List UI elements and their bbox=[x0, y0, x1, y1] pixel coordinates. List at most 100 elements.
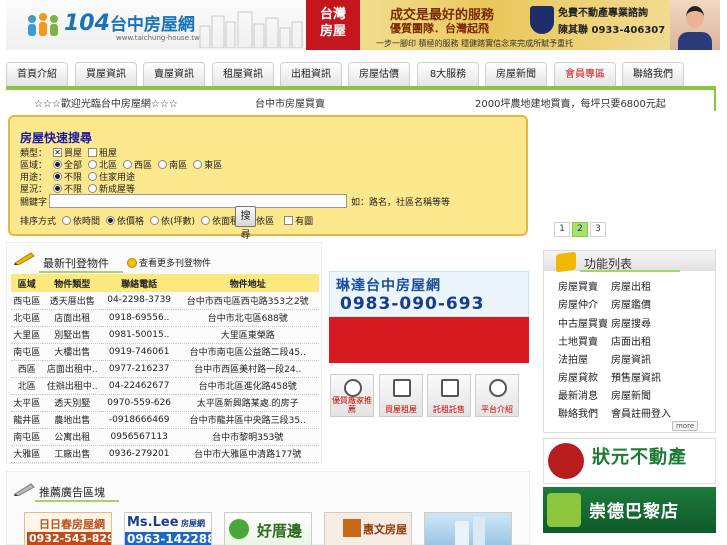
function-item[interactable]: 中古屋買賣 bbox=[558, 315, 608, 330]
function-item[interactable]: 房屋新聞 bbox=[611, 387, 651, 402]
marquee-item[interactable]: ☆☆☆歡迎光臨台中房屋網☆☆☆ bbox=[34, 95, 178, 110]
page-link[interactable]: 3 bbox=[590, 222, 606, 237]
table-row[interactable]: 北屯區 店面出租 0918-69556.. 台中市北屯區688號 bbox=[11, 309, 319, 327]
site-logo[interactable]: 104台中房屋網 www.taichung-house.tw bbox=[6, 0, 304, 50]
ad-name: 琳達台中房屋網 bbox=[336, 278, 441, 294]
search-button[interactable]: 搜尋 bbox=[235, 206, 256, 241]
function-item[interactable]: 法拍屋 bbox=[558, 351, 588, 366]
area-east-radio[interactable] bbox=[193, 160, 203, 169]
function-item[interactable]: 店面出租 bbox=[611, 333, 651, 348]
table-row[interactable]: 龍井區 農地出售 -0918666469 台中市龍井區中央路三段35.. bbox=[11, 411, 319, 429]
table-row[interactable]: 大雅區 工廠出售 0936-279201 台中市大雅區中清路177號 bbox=[11, 445, 319, 463]
sort-area-radio[interactable] bbox=[201, 216, 211, 225]
table-cell: -0918666469 bbox=[101, 411, 177, 429]
badge-icon bbox=[530, 6, 554, 34]
function-item[interactable]: 聯絡我們 bbox=[558, 405, 598, 420]
function-item[interactable]: 房屋搜尋 bbox=[611, 315, 651, 330]
table-cell: 南屯區 bbox=[11, 343, 43, 361]
nav-tab-services[interactable]: 8大服務 bbox=[417, 62, 479, 86]
top-banner-ad[interactable]: 台灣 房屋 成交是最好的服務 優質團隊．台灣起飛 免費不動產專業諮詢 陳其聯 09… bbox=[306, 0, 720, 50]
table-row[interactable]: 南屯區 大樓出售 0919-746061 台中市南屯區公益路二段45.. bbox=[11, 343, 319, 361]
buy-rent-button[interactable]: 買屋租屋 bbox=[379, 374, 423, 417]
table-cell: 大樓出售 bbox=[42, 343, 102, 361]
cond-any-radio[interactable] bbox=[53, 184, 63, 193]
table-row[interactable]: 大里區 別墅出售 0981-50015.. 大里區東榮路 bbox=[11, 326, 319, 344]
table-row[interactable]: 南屯區 公寓出租 0956567113 台中市黎明353號 bbox=[11, 428, 319, 446]
logo-text: 104台中房屋網 bbox=[64, 11, 195, 36]
nav-tab-lease[interactable]: 出租資訊 bbox=[280, 62, 342, 86]
table-cell: 台中市北屯區688號 bbox=[176, 309, 319, 327]
table-cell: 南屯區 bbox=[11, 428, 43, 446]
area-south-radio[interactable] bbox=[158, 160, 168, 169]
function-item[interactable]: 會員註冊登入 bbox=[611, 405, 671, 420]
coin-icon bbox=[127, 257, 137, 268]
marquee-item[interactable]: 台中市房屋買賣 bbox=[255, 95, 325, 110]
type-rent-checkbox[interactable] bbox=[88, 148, 98, 157]
table-cell: 大里區 bbox=[11, 326, 43, 344]
function-item[interactable]: 房屋出租 bbox=[611, 278, 651, 293]
ririchun-logo[interactable]: 日日春房屋網 0932-543-829 bbox=[24, 512, 112, 545]
nav-tab-members[interactable]: 會員專區 bbox=[554, 62, 616, 86]
nav-tab-rent[interactable]: 租屋資訊 bbox=[212, 62, 274, 86]
nav-tab-contact[interactable]: 聯絡我們 bbox=[622, 62, 684, 86]
area-north-radio[interactable] bbox=[88, 160, 98, 169]
column-header: 區域 bbox=[11, 274, 43, 292]
platform-intro-button[interactable]: 平台介紹 bbox=[475, 374, 519, 417]
area-all-radio[interactable] bbox=[53, 160, 63, 169]
haocuobian-logo[interactable]: 好厝邊 bbox=[224, 512, 312, 545]
quality-vendor-button[interactable]: 優質廠家推薦 bbox=[330, 374, 374, 417]
use-any-radio[interactable] bbox=[53, 172, 63, 181]
title-underline bbox=[35, 500, 119, 502]
sort-price-radio[interactable] bbox=[106, 216, 116, 225]
nav-tab-home[interactable]: 首頁介紹 bbox=[6, 62, 68, 86]
use-home-radio[interactable] bbox=[88, 172, 98, 181]
table-row[interactable]: 西屯區 透天厝出售 04-2298-3739 台中市西屯區西屯路353之2號 bbox=[11, 292, 319, 310]
function-item[interactable]: 土地買賣 bbox=[558, 333, 598, 348]
sort-size-radio[interactable] bbox=[150, 216, 160, 225]
sort-time-radio[interactable] bbox=[62, 216, 72, 225]
table-row[interactable]: 太平區 透天別墅 0970-559-626 太平區新興路某處.的房子 bbox=[11, 394, 319, 412]
table-row[interactable]: 西區 店面出租中.. 0977-216237 台中市西區美村路一段24.. bbox=[11, 360, 319, 378]
function-item[interactable]: 房屋鑑價 bbox=[611, 296, 651, 311]
nav-tab-news[interactable]: 房屋新聞 bbox=[485, 62, 547, 86]
table-cell: 台中市龍井區中央路三段35.. bbox=[176, 411, 319, 429]
chongde-paris-ad[interactable]: 崇德巴黎店 bbox=[543, 487, 716, 533]
cond-new-radio[interactable] bbox=[88, 184, 98, 193]
function-item[interactable]: 預售屋資訊 bbox=[611, 369, 661, 384]
table-cell: 大雅區 bbox=[11, 445, 43, 463]
function-item[interactable]: 房屋貸款 bbox=[558, 369, 598, 384]
function-item[interactable]: 房屋買賣 bbox=[558, 278, 598, 293]
table-cell: 北屯區 bbox=[11, 309, 43, 327]
table-row[interactable]: 北區 住辦出租中.. 04-22462677 台中市北區進化路458號 bbox=[11, 377, 319, 395]
nav-tab-appraisal[interactable]: 房屋估價 bbox=[348, 62, 410, 86]
nav-tab-buy[interactable]: 買屋資訊 bbox=[75, 62, 137, 86]
consign-button[interactable]: 託租託售 bbox=[427, 374, 471, 417]
table-cell: 04-2298-3739 bbox=[101, 292, 177, 310]
huiwen-logo[interactable]: 惠文房屋 bbox=[324, 512, 412, 545]
mslee-logo[interactable]: Ms.Lee 房屋網 0963-142288 bbox=[124, 512, 212, 545]
function-item[interactable]: 房屋資訊 bbox=[611, 351, 651, 366]
type-buy-checkbox[interactable]: ✕ bbox=[53, 148, 63, 157]
more-listings-link[interactable]: 查看更多刊登物件 bbox=[127, 256, 211, 269]
keyword-input[interactable] bbox=[49, 194, 348, 208]
table-cell: 大里區東榮路 bbox=[176, 326, 319, 344]
function-item[interactable]: 房屋仲介 bbox=[558, 296, 598, 311]
zhuangyuan-realty-ad[interactable]: 狀元不動產 bbox=[543, 438, 716, 484]
quick-search-panel: 房屋快速搜尋 類型： ✕ 買屋 租屋 區域： 全部 北區 西區 南區 東區 用途：… bbox=[8, 115, 528, 241]
page-link[interactable]: 1 bbox=[554, 222, 570, 237]
linda-house-ad[interactable]: 琳達台中房屋網 0983-090-693 bbox=[329, 271, 529, 363]
page-link-current[interactable]: 2 bbox=[572, 222, 588, 237]
pencil-icon bbox=[14, 252, 35, 265]
function-item[interactable]: 最新消息 bbox=[558, 387, 598, 402]
table-cell: 0919-746061 bbox=[101, 343, 177, 361]
building-photo-ad[interactable] bbox=[424, 512, 512, 545]
function-list-header: 功能列表 bbox=[544, 251, 715, 273]
title-underline bbox=[39, 271, 123, 273]
more-button[interactable]: more bbox=[672, 421, 699, 431]
marquee-item[interactable]: 2000坪農地建地買賣，每坪只要6800元起 bbox=[475, 95, 666, 110]
files-icon bbox=[441, 379, 459, 397]
nav-tab-sell[interactable]: 賣屋資訊 bbox=[143, 62, 205, 86]
area-west-radio[interactable] bbox=[123, 160, 133, 169]
photo-only-checkbox[interactable] bbox=[284, 216, 294, 225]
agent-photo bbox=[670, 0, 720, 50]
